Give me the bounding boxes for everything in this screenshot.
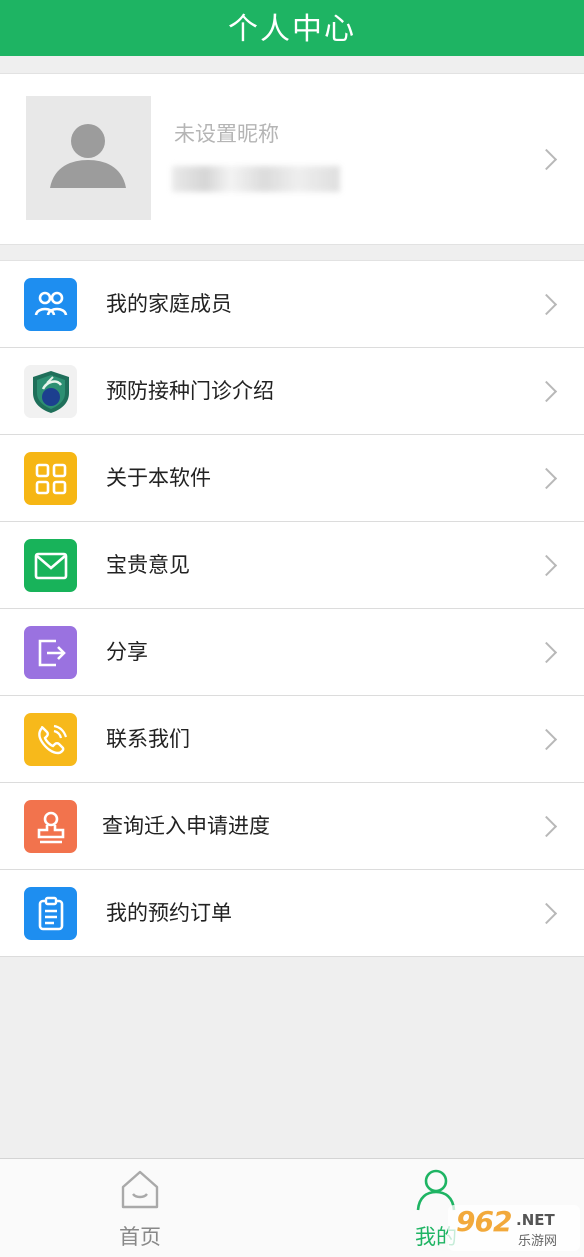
home-icon bbox=[121, 1170, 159, 1209]
chevron-right-icon bbox=[535, 467, 558, 490]
grid-icon bbox=[24, 452, 77, 505]
stamp-icon bbox=[24, 800, 77, 853]
menu-item-contact[interactable]: 联系我们 bbox=[0, 696, 584, 783]
menu-item-transfer-progress[interactable]: 查询迁入申请进度 bbox=[0, 783, 584, 870]
mail-icon bbox=[24, 539, 77, 592]
chevron-right-icon bbox=[535, 293, 558, 316]
menu-item-label: 查询迁入申请进度 bbox=[102, 814, 270, 838]
family-members-icon bbox=[24, 278, 77, 331]
masked-phone-number bbox=[172, 166, 340, 192]
menu-item-label: 我的家庭成员 bbox=[106, 292, 232, 316]
menu-item-label: 关于本软件 bbox=[106, 466, 211, 490]
profile-card[interactable]: 未设置昵称 bbox=[0, 73, 584, 245]
chevron-right-icon bbox=[535, 815, 558, 838]
menu-item-label: 联系我们 bbox=[106, 727, 190, 751]
profile-icon bbox=[416, 1169, 456, 1211]
chevron-right-icon bbox=[535, 148, 558, 171]
menu-item-share[interactable]: 分享 bbox=[0, 609, 584, 696]
menu-item-my-orders[interactable]: 我的预约订单 bbox=[0, 870, 584, 957]
cdc-logo-icon bbox=[24, 365, 77, 418]
default-avatar-icon bbox=[50, 124, 126, 188]
menu-item-feedback[interactable]: 宝贵意见 bbox=[0, 522, 584, 609]
watermark-number: 962 bbox=[456, 1205, 512, 1238]
share-icon bbox=[24, 626, 77, 679]
avatar[interactable] bbox=[26, 96, 151, 220]
watermark-domain: .NET bbox=[516, 1211, 555, 1229]
tab-home[interactable]: 首页 bbox=[80, 1159, 200, 1257]
chevron-right-icon bbox=[535, 641, 558, 664]
chevron-right-icon bbox=[535, 554, 558, 577]
menu-item-label: 宝贵意见 bbox=[106, 553, 190, 577]
chevron-right-icon bbox=[535, 380, 558, 403]
menu-item-about[interactable]: 关于本软件 bbox=[0, 435, 584, 522]
header-bar: 个人中心 bbox=[0, 0, 584, 56]
menu-item-label: 我的预约订单 bbox=[106, 901, 232, 925]
chevron-right-icon bbox=[535, 902, 558, 925]
order-list-icon bbox=[24, 887, 77, 940]
nickname-label: 未设置昵称 bbox=[174, 122, 279, 146]
menu-list: 我的家庭成员 预防接种门诊介绍 关于本软件 宝贵意见 分享 联系我们 查询迁入申… bbox=[0, 260, 584, 957]
chevron-right-icon bbox=[535, 728, 558, 751]
menu-item-label: 分享 bbox=[106, 640, 148, 664]
phone-icon bbox=[24, 713, 77, 766]
page-title: 个人中心 bbox=[228, 12, 356, 47]
menu-item-label: 预防接种门诊介绍 bbox=[106, 379, 274, 403]
tab-home-label: 首页 bbox=[119, 1225, 161, 1249]
menu-item-clinic-intro[interactable]: 预防接种门诊介绍 bbox=[0, 348, 584, 435]
site-watermark: 962 .NET 乐游网 bbox=[448, 1205, 580, 1251]
watermark-site-name: 乐游网 bbox=[518, 1234, 558, 1249]
menu-item-family-members[interactable]: 我的家庭成员 bbox=[0, 261, 584, 348]
